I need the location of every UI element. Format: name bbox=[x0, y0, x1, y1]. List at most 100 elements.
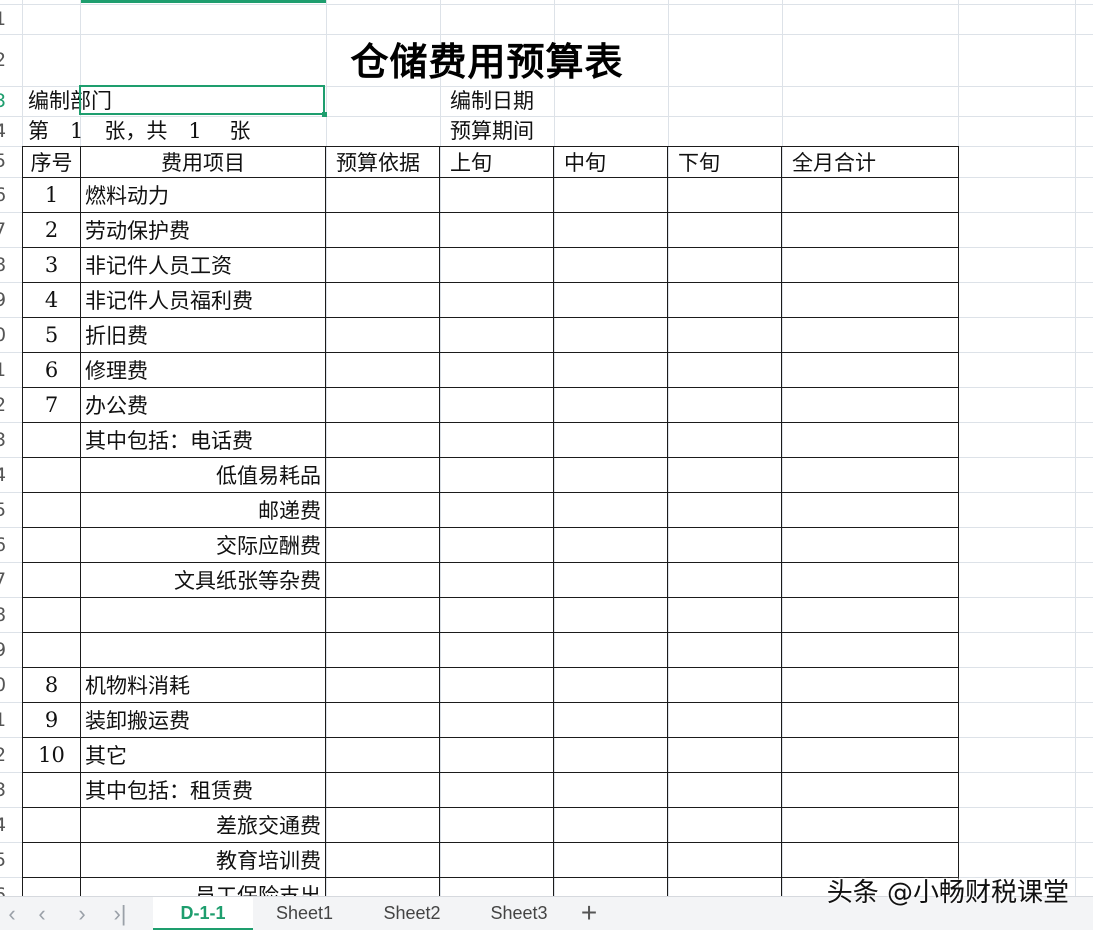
row-header[interactable]: 2 bbox=[0, 738, 12, 773]
cell-basis[interactable] bbox=[325, 422, 440, 458]
cell-mid[interactable] bbox=[553, 317, 668, 353]
cell-early[interactable] bbox=[439, 562, 554, 598]
cell-total[interactable] bbox=[781, 562, 959, 598]
cell-basis[interactable] bbox=[325, 387, 440, 423]
cell-basis[interactable] bbox=[325, 877, 440, 896]
header-mid[interactable]: 中旬 bbox=[553, 146, 668, 178]
row-no[interactable]: 2 bbox=[22, 212, 81, 248]
row-header[interactable]: 6 bbox=[0, 178, 12, 213]
cell-basis[interactable] bbox=[325, 597, 440, 633]
cell-late[interactable] bbox=[667, 562, 782, 598]
row-item[interactable]: 员工保险支出 bbox=[80, 877, 326, 896]
header-no[interactable]: 序号 bbox=[22, 146, 81, 178]
row-header[interactable]: 1 bbox=[0, 703, 12, 738]
row-header[interactable]: 2 bbox=[0, 388, 12, 423]
cell-late[interactable] bbox=[667, 177, 782, 213]
cell-late[interactable] bbox=[667, 667, 782, 703]
cell-late[interactable] bbox=[667, 842, 782, 878]
row-no[interactable]: 4 bbox=[22, 282, 81, 318]
cell-early[interactable] bbox=[439, 492, 554, 528]
cell-total[interactable] bbox=[781, 807, 959, 843]
cell-early[interactable] bbox=[439, 352, 554, 388]
cell-mid[interactable] bbox=[553, 877, 668, 896]
cell-basis[interactable] bbox=[325, 247, 440, 283]
row-header[interactable]: 5 bbox=[0, 843, 12, 878]
row-header[interactable]: 0 bbox=[0, 318, 12, 353]
selected-cell[interactable] bbox=[79, 85, 325, 115]
tab-sheet3[interactable]: Sheet3 bbox=[466, 897, 572, 930]
tab-sheet1[interactable]: Sheet1 bbox=[253, 897, 356, 930]
row-header[interactable]: 4 bbox=[0, 808, 12, 843]
row-header[interactable]: 9 bbox=[0, 283, 12, 318]
cell-late[interactable] bbox=[667, 772, 782, 808]
cell-mid[interactable] bbox=[553, 562, 668, 598]
spreadsheet-grid[interactable]: 12345678901234567890123456 仓储费用预算表 编制部门 … bbox=[0, 0, 1093, 896]
cell-basis[interactable] bbox=[325, 457, 440, 493]
cell-early[interactable] bbox=[439, 737, 554, 773]
row-header[interactable]: 1 bbox=[0, 353, 12, 388]
cell-total[interactable] bbox=[781, 282, 959, 318]
cell-total[interactable] bbox=[781, 597, 959, 633]
cell-basis[interactable] bbox=[325, 212, 440, 248]
cell-basis[interactable] bbox=[325, 737, 440, 773]
row-no[interactable] bbox=[22, 597, 81, 633]
cell-early[interactable] bbox=[439, 842, 554, 878]
cell-late[interactable] bbox=[667, 212, 782, 248]
cell-basis[interactable] bbox=[325, 772, 440, 808]
cell-late[interactable] bbox=[667, 807, 782, 843]
cell-basis[interactable] bbox=[325, 842, 440, 878]
cell-late[interactable] bbox=[667, 527, 782, 563]
cell-mid[interactable] bbox=[553, 667, 668, 703]
tab-d-1-1[interactable]: D-1-1 bbox=[153, 897, 253, 930]
cell-late[interactable] bbox=[667, 702, 782, 738]
next-sheet-button[interactable]: › bbox=[70, 897, 94, 930]
cell-late[interactable] bbox=[667, 387, 782, 423]
cell-total[interactable] bbox=[781, 527, 959, 563]
row-header[interactable]: 8 bbox=[0, 248, 12, 283]
row-header[interactable]: 3 bbox=[0, 773, 12, 808]
row-header[interactable]: 2 bbox=[0, 43, 12, 78]
row-header[interactable]: 9 bbox=[0, 633, 12, 668]
header-late[interactable]: 下旬 bbox=[667, 146, 782, 178]
row-no[interactable]: 8 bbox=[22, 667, 81, 703]
row-no[interactable]: 6 bbox=[22, 352, 81, 388]
cell-early[interactable] bbox=[439, 177, 554, 213]
cell-total[interactable] bbox=[781, 422, 959, 458]
row-header[interactable]: 6 bbox=[0, 878, 12, 896]
cell-total[interactable] bbox=[781, 317, 959, 353]
cell-mid[interactable] bbox=[553, 702, 668, 738]
cell-late[interactable] bbox=[667, 247, 782, 283]
row-no[interactable] bbox=[22, 807, 81, 843]
row-item[interactable]: 交际应酬费 bbox=[80, 527, 326, 563]
row-item[interactable]: 非记件人员福利费 bbox=[80, 282, 326, 318]
header-early[interactable]: 上旬 bbox=[439, 146, 554, 178]
last-sheet-button[interactable]: ›| bbox=[108, 897, 132, 930]
cell-mid[interactable] bbox=[553, 527, 668, 563]
cell-early[interactable] bbox=[439, 877, 554, 896]
cell-late[interactable] bbox=[667, 737, 782, 773]
cell-total[interactable] bbox=[781, 702, 959, 738]
cell-mid[interactable] bbox=[553, 772, 668, 808]
cell-mid[interactable] bbox=[553, 247, 668, 283]
cell-mid[interactable] bbox=[553, 387, 668, 423]
row-item[interactable]: 机物料消耗 bbox=[80, 667, 326, 703]
cell-total[interactable] bbox=[781, 177, 959, 213]
cell-early[interactable] bbox=[439, 422, 554, 458]
row-item[interactable]: 修理费 bbox=[80, 352, 326, 388]
cell-early[interactable] bbox=[439, 632, 554, 668]
cell-late[interactable] bbox=[667, 317, 782, 353]
row-no[interactable]: 1 bbox=[22, 177, 81, 213]
cell-mid[interactable] bbox=[553, 842, 668, 878]
cell-late[interactable] bbox=[667, 352, 782, 388]
cell-total[interactable] bbox=[781, 457, 959, 493]
prev-sheet-button[interactable]: ‹ bbox=[30, 897, 54, 930]
row-header[interactable]: 8 bbox=[0, 598, 12, 633]
cell-total[interactable] bbox=[781, 387, 959, 423]
cell-mid[interactable] bbox=[553, 457, 668, 493]
row-header[interactable]: 5 bbox=[0, 144, 12, 179]
cell-total[interactable] bbox=[781, 667, 959, 703]
row-no[interactable] bbox=[22, 422, 81, 458]
row-header[interactable]: 7 bbox=[0, 563, 12, 598]
cell-early[interactable] bbox=[439, 317, 554, 353]
cell-late[interactable] bbox=[667, 492, 782, 528]
